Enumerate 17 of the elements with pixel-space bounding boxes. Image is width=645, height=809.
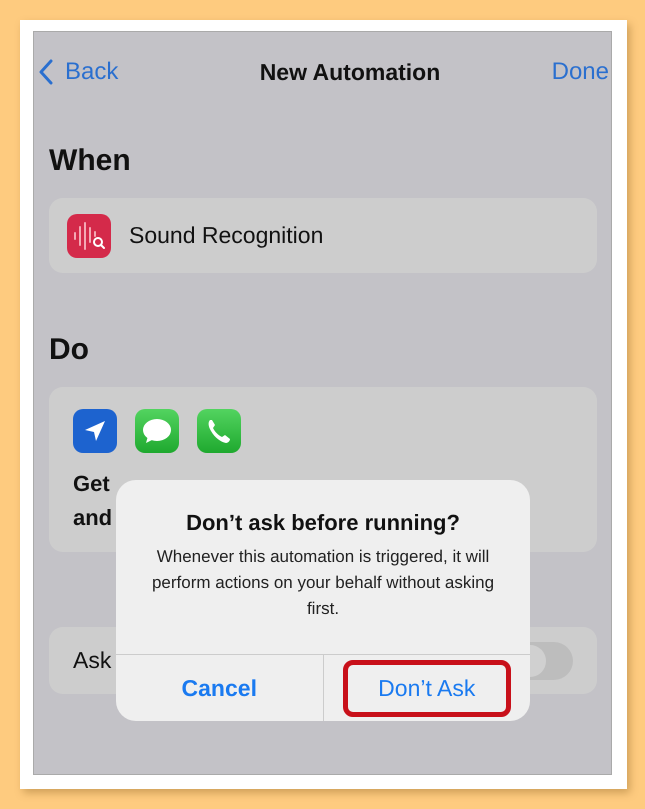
confirm-button[interactable]: Don’t Ask	[342, 660, 511, 716]
section-heading: When	[49, 144, 132, 178]
trigger-label: Sound Recognition	[129, 222, 324, 249]
screen-title: New Automation	[260, 58, 440, 86]
alert-title: Don’t ask before running?	[186, 510, 460, 536]
action-summary: and	[73, 504, 112, 532]
sound-recognition-icon	[67, 214, 111, 258]
chevron-icon	[39, 59, 53, 85]
done-button[interactable]: Done	[552, 58, 609, 86]
speech-bubble-icon	[135, 409, 179, 453]
ask-label: Ask	[73, 647, 112, 674]
cancel-button[interactable]: Cancel	[135, 660, 304, 716]
back-button[interactable]: Back	[39, 58, 118, 86]
section-heading: Do	[49, 333, 90, 367]
phone-icon	[197, 409, 241, 453]
action-summary: Get	[73, 470, 110, 498]
trigger-row[interactable]: Sound Recognition	[49, 198, 597, 273]
